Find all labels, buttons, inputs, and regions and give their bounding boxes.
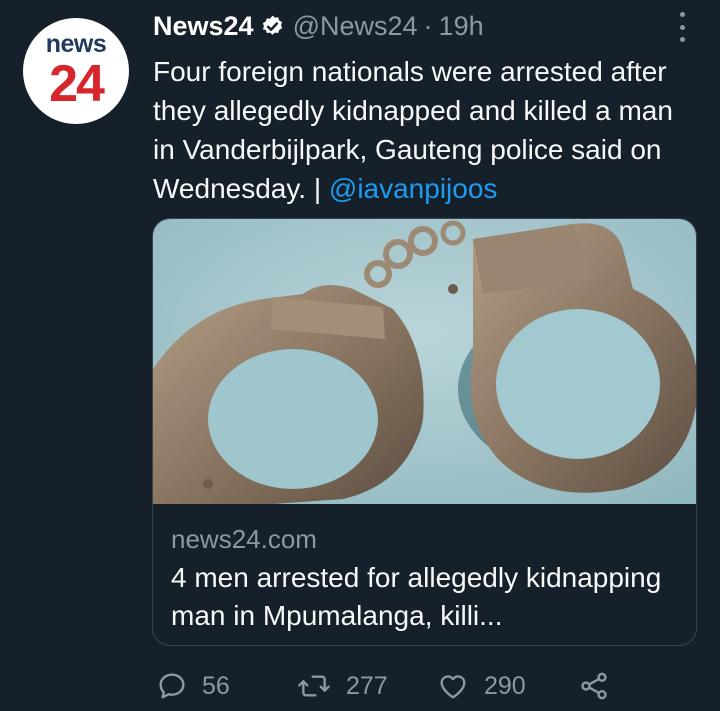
share-button[interactable]	[578, 664, 610, 708]
action-bar: 56 277 290	[0, 664, 720, 708]
separator-dot: ·	[423, 10, 433, 41]
reply-icon	[159, 673, 185, 699]
more-options-icon[interactable]	[668, 10, 696, 44]
tweet-text: Four foreign nationals were arrested aft…	[153, 52, 698, 208]
mention-link[interactable]: @iavanpijoos	[329, 173, 498, 204]
retweet-button[interactable]: 277	[296, 664, 388, 708]
tweet-header: News24 @News24 · 19h	[153, 6, 484, 46]
card-title: 4 men arrested for allegedly kidnapping …	[171, 562, 662, 631]
like-button[interactable]: 290	[436, 664, 526, 708]
verified-badge-icon	[262, 15, 282, 35]
link-card[interactable]: news24.com 4 men arrested for allegedly …	[152, 218, 697, 646]
handcuffs-photo	[153, 219, 696, 504]
reply-button[interactable]: 56	[156, 664, 230, 708]
author-name[interactable]: News24	[153, 11, 254, 42]
heart-icon	[440, 675, 466, 699]
reply-count: 56	[202, 671, 230, 700]
tweet-timestamp[interactable]: 19h	[439, 11, 484, 42]
author-handle[interactable]: @News24	[293, 11, 418, 42]
avatar[interactable]: news 24	[23, 18, 129, 124]
retweet-icon	[298, 675, 330, 697]
share-icon	[581, 672, 607, 700]
retweet-count: 277	[346, 671, 388, 700]
like-count: 290	[484, 671, 526, 700]
card-domain: news24.com	[171, 524, 317, 554]
avatar-logo-24: 24	[49, 55, 105, 113]
